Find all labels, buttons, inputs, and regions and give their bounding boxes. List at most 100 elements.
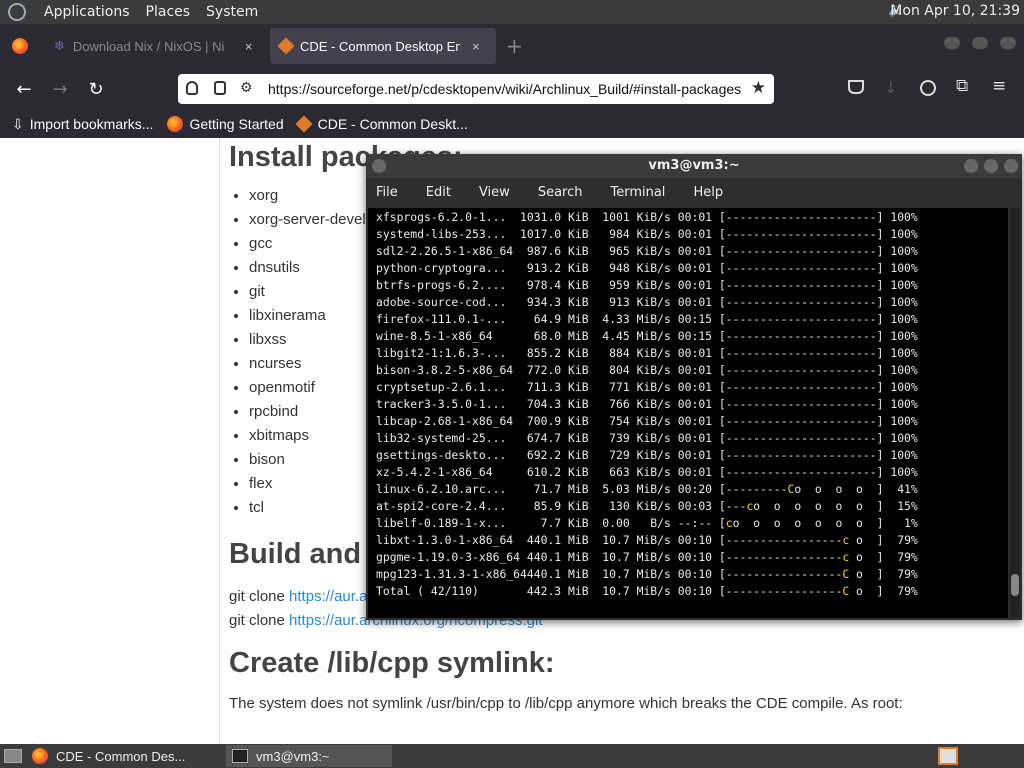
bookmark-cde[interactable]: CDE - Common Deskt...: [295, 115, 468, 133]
terminal-menubar: File Edit View Search Terminal Help: [366, 178, 1022, 206]
task-terminal[interactable]: vm3@vm3:~: [226, 745, 392, 767]
places-menu[interactable]: Places: [138, 4, 199, 20]
terminal-line: mpg123-1.31.3-1-x86_64440.1 MiB 10.7 MiB…: [376, 567, 918, 581]
terminal-line: Total ( 42/110) 442.3 MiB 10.7 MiB/s 00:…: [376, 584, 918, 598]
clock[interactable]: Mon Apr 10, 21:39: [890, 3, 1020, 19]
terminal-scrollbar[interactable]: [1010, 208, 1020, 618]
import-icon: ⇩: [12, 115, 24, 132]
terminal-output[interactable]: xfsprogs-6.2.0-1... 1031.0 KiB 1001 KiB/…: [368, 208, 1008, 618]
terminal-titlebar[interactable]: vm3@vm3:~: [366, 154, 1022, 178]
terminal-line: btrfs-progs-6.2.... 978.4 KiB 959 KiB/s …: [376, 278, 918, 292]
url-bar[interactable]: ⚙ https://sourceforge.net/p/cdesktopenv/…: [178, 74, 774, 104]
menu-help[interactable]: Help: [693, 185, 723, 200]
forward-icon[interactable]: →: [42, 79, 78, 100]
divider: [219, 138, 220, 744]
terminal-line: python-cryptogra... 913.2 KiB 948 KiB/s …: [376, 261, 918, 275]
tab-bar: ❄ Download Nix / NixOS | Ni × CDE - Comm…: [0, 24, 1024, 68]
close-window-button[interactable]: [1004, 159, 1018, 173]
system-menu[interactable]: System: [198, 4, 266, 20]
bookmark-getting-started[interactable]: Getting Started: [167, 116, 284, 132]
bookmark-label: CDE - Common Deskt...: [317, 116, 468, 132]
terminal-line: linux-6.2.10.arc... 71.7 MiB 5.03 MiB/s …: [376, 482, 918, 496]
window-menu-icon[interactable]: [372, 159, 386, 173]
terminal-line: cryptsetup-2.6.1... 711.3 KiB 771 KiB/s …: [376, 380, 918, 394]
terminal-line: sdl2-2.26.5-1-x86_64 987.6 KiB 965 KiB/s…: [376, 244, 918, 258]
bookmark-import[interactable]: ⇩ Import bookmarks...: [12, 116, 153, 133]
top-menu: Applications Places System: [36, 4, 266, 20]
mate-logo-icon[interactable]: [8, 3, 26, 21]
firefox-icon: [32, 748, 48, 764]
show-desktop-icon[interactable]: [4, 749, 22, 763]
maximize-button[interactable]: [972, 37, 988, 49]
cde-icon: [295, 115, 313, 133]
clone-cmd: git clone: [229, 612, 290, 629]
scrollbar-thumb[interactable]: [1011, 574, 1019, 596]
terminal-line: tracker3-3.5.0-1... 704.3 KiB 766 KiB/s …: [376, 397, 918, 411]
clone-cmd: git clone: [229, 588, 290, 605]
tab-title: Download Nix / NixOS | Ni: [72, 38, 225, 54]
terminal-line: systemd-libs-253... 1017.0 KiB 984 KiB/s…: [376, 227, 918, 241]
permissions-icon[interactable]: ⚙: [240, 79, 253, 96]
terminal-line: gsettings-deskto... 692.2 KiB 729 KiB/s …: [376, 448, 918, 462]
terminal-line: adobe-source-cod... 934.3 KiB 913 KiB/s …: [376, 295, 918, 309]
terminal-line: libelf-0.189-1-x... 7.7 KiB 0.00 B/s --:…: [376, 516, 918, 530]
menu-edit[interactable]: Edit: [426, 185, 451, 200]
menu-terminal[interactable]: Terminal: [610, 185, 665, 200]
cde-icon: [277, 37, 295, 55]
terminal-window[interactable]: vm3@vm3:~ File Edit View Search Terminal…: [366, 154, 1022, 620]
paragraph: The system does not symlink /usr/bin/cpp…: [229, 695, 903, 712]
minimize-button[interactable]: [964, 159, 978, 173]
new-tab-button[interactable]: +: [506, 34, 523, 58]
menu-file[interactable]: File: [376, 185, 398, 200]
bookmark-label: Import bookmarks...: [29, 116, 154, 132]
task-firefox[interactable]: CDE - Common Des...: [26, 745, 222, 767]
terminal-line: lib32-systemd-25... 674.7 KiB 739 KiB/s …: [376, 431, 918, 445]
terminal-line: gpgme-1.19.0-3-x86_64 440.1 MiB 10.7 MiB…: [376, 550, 918, 564]
account-icon[interactable]: [920, 80, 936, 96]
terminal-line: libxt-1.3.0-1-x86_64 440.1 MiB 10.7 MiB/…: [376, 533, 918, 547]
lock-icon[interactable]: [214, 81, 226, 95]
tab-title: CDE - Common Desktop Env: [300, 38, 460, 54]
terminal-line: libgit2-1:1.6.3-... 855.2 KiB 884 KiB/s …: [376, 346, 918, 360]
firefox-icon[interactable]: [12, 38, 28, 54]
top-panel: Applications Places System 🔈 Mon Apr 10,…: [0, 0, 1024, 24]
heading-symlink: Create /lib/cpp symlink:: [229, 647, 555, 679]
minimize-button[interactable]: [944, 37, 960, 49]
maximize-button[interactable]: [984, 159, 998, 173]
tab-cde[interactable]: CDE - Common Desktop Env ×: [270, 28, 496, 64]
bookmark-label: Getting Started: [189, 116, 284, 132]
terminal-line: wine-8.5-1-x86_64 68.0 MiB 4.45 MiB/s 00…: [376, 329, 918, 343]
terminal-line: firefox-111.0.1-... 64.9 MiB 4.33 MiB/s …: [376, 312, 918, 326]
task-label: vm3@vm3:~: [256, 748, 330, 764]
tab-nixos[interactable]: ❄ Download Nix / NixOS | Ni ×: [44, 28, 266, 64]
extensions-icon[interactable]: ⧉: [956, 76, 968, 96]
terminal-line: bison-3.8.2-5-x86_64 772.0 KiB 804 KiB/s…: [376, 363, 918, 377]
bottom-panel: CDE - Common Des... vm3@vm3:~: [0, 744, 1024, 768]
terminal-line: at-spi2-core-2.4... 85.9 KiB 130 KiB/s 0…: [376, 499, 918, 513]
pocket-icon[interactable]: [848, 80, 864, 94]
reload-icon[interactable]: ↻: [78, 79, 114, 100]
close-tab-icon[interactable]: ×: [472, 39, 480, 54]
close-window-button[interactable]: [1000, 37, 1016, 49]
download-icon[interactable]: ↓: [884, 78, 897, 97]
back-icon[interactable]: ←: [6, 79, 42, 100]
terminal-line: xfsprogs-6.2.0-1... 1031.0 KiB 1001 KiB/…: [376, 210, 918, 224]
applications-menu[interactable]: Applications: [36, 4, 138, 20]
window-controls: [944, 37, 1016, 49]
terminal-line: xz-5.4.2-1-x86_64 610.2 KiB 663 KiB/s 00…: [376, 465, 918, 479]
close-tab-icon[interactable]: ×: [245, 39, 253, 54]
task-label: CDE - Common Des...: [56, 748, 186, 764]
menu-icon[interactable]: ≡: [992, 76, 1006, 96]
shield-icon[interactable]: [186, 81, 198, 95]
nixos-icon: ❄: [54, 38, 65, 53]
url-text[interactable]: https://sourceforge.net/p/cdesktopenv/wi…: [268, 81, 741, 97]
menu-view[interactable]: View: [479, 185, 510, 200]
bookmark-star-icon[interactable]: ★: [751, 78, 766, 98]
firefox-icon: [167, 116, 184, 132]
workspace-switcher-icon[interactable]: [938, 747, 958, 765]
terminal-icon: [232, 749, 248, 763]
bookmarks-bar: ⇩ Import bookmarks... Getting Started CD…: [0, 110, 1024, 138]
menu-search[interactable]: Search: [538, 185, 583, 200]
terminal-title: vm3@vm3:~: [648, 158, 740, 173]
terminal-line: libcap-2.68-1-x86_64 700.9 KiB 754 KiB/s…: [376, 414, 918, 428]
